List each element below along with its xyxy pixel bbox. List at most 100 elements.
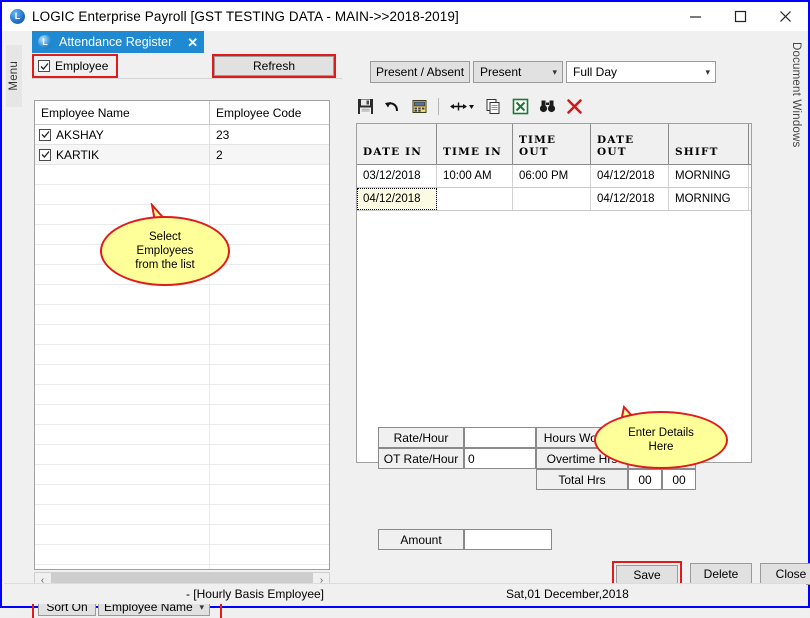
employee-grid: Employee Name Employee Code AKSHAY 23 KA… bbox=[35, 101, 329, 569]
close-icon[interactable] bbox=[763, 2, 808, 31]
column-header-date-out: DATE OUT bbox=[591, 124, 669, 164]
attendance-grid[interactable]: DATE IN TIME IN TIME OUT DATE OUT SHIFT … bbox=[356, 123, 752, 463]
empty-row bbox=[35, 325, 329, 345]
status-bar: - [Hourly Basis Employee] Sat,01 Decembe… bbox=[4, 583, 806, 604]
total-hours-label: Total Hrs bbox=[536, 469, 628, 490]
cell-time-in[interactable]: 10:00 AM bbox=[437, 165, 513, 187]
pane-divider bbox=[32, 78, 342, 79]
attendance-detail-pane: Present / Absent Present ▾ Full Day ▾ DA… bbox=[350, 53, 810, 589]
row-checkbox-icon[interactable] bbox=[39, 148, 51, 161]
cell-shift[interactable]: MORNING bbox=[669, 188, 749, 210]
cell-date-in[interactable]: 03/12/2018 bbox=[357, 165, 437, 187]
empty-row bbox=[35, 345, 329, 365]
employee-grid-header: Employee Name Employee Code bbox=[35, 101, 329, 125]
ot-rate-hour-label: OT Rate/Hour bbox=[378, 448, 464, 469]
day-type-select[interactable]: Full Day ▾ bbox=[566, 61, 716, 83]
maximize-icon[interactable] bbox=[718, 2, 763, 31]
tab-label: Attendance Register bbox=[59, 35, 173, 49]
tab-close-icon[interactable]: ✕ bbox=[187, 36, 198, 49]
table-row[interactable]: AKSHAY 23 bbox=[35, 125, 329, 145]
row-checkbox-icon[interactable] bbox=[39, 128, 51, 141]
save-icon[interactable] bbox=[356, 97, 374, 115]
column-header-time-in: TIME IN bbox=[437, 124, 513, 164]
toolbar-separator bbox=[438, 97, 439, 115]
menu-tab[interactable]: Menu bbox=[6, 45, 22, 107]
table-row[interactable]: 04/12/2018 04/12/2018 MORNING bbox=[357, 188, 751, 211]
fit-width-icon[interactable] bbox=[449, 97, 475, 115]
save-button[interactable]: Save bbox=[616, 565, 678, 585]
callout-line: from the list bbox=[135, 259, 195, 271]
chevron-down-icon: ▾ bbox=[552, 66, 557, 77]
column-header-date-in: DATE IN bbox=[357, 124, 437, 164]
empty-row bbox=[35, 505, 329, 525]
amount-label: Amount bbox=[378, 529, 464, 550]
empty-row bbox=[35, 485, 329, 505]
cell-time-in[interactable] bbox=[437, 188, 513, 210]
tab-strip: L Attendance Register ✕ bbox=[24, 31, 784, 55]
column-header-employee-name: Employee Name bbox=[35, 101, 210, 124]
cell-date-out[interactable]: 04/12/2018 bbox=[591, 188, 669, 210]
application-window: L LOGIC Enterprise Payroll [GST TESTING … bbox=[0, 0, 810, 618]
find-icon[interactable] bbox=[538, 97, 556, 115]
employee-name-text: AKSHAY bbox=[56, 127, 104, 142]
callout-select-employees: Select Employees from the list bbox=[100, 216, 230, 286]
present-status-select[interactable]: Present ▾ bbox=[473, 61, 563, 83]
cell-date-in[interactable]: 04/12/2018 bbox=[357, 188, 437, 210]
cell-date-out[interactable]: 04/12/2018 bbox=[591, 165, 669, 187]
status-right-text: Sat,01 December,2018 bbox=[506, 587, 629, 601]
table-row[interactable]: KARTIK 2 bbox=[35, 145, 329, 165]
employee-code-cell: 2 bbox=[216, 147, 223, 162]
refresh-button[interactable]: Refresh bbox=[214, 56, 334, 76]
column-header-employee-code: Employee Code bbox=[216, 105, 302, 120]
rate-hour-label: Rate/Hour bbox=[378, 427, 464, 448]
employee-checkbox[interactable]: Employee bbox=[32, 54, 118, 78]
attendance-grid-header: DATE IN TIME IN TIME OUT DATE OUT SHIFT bbox=[357, 124, 751, 165]
delete-icon[interactable] bbox=[565, 97, 583, 115]
cell-time-out[interactable] bbox=[513, 188, 591, 210]
empty-row bbox=[35, 385, 329, 405]
status-left-text: - [Hourly Basis Employee] bbox=[185, 587, 325, 601]
document-windows-strip: Document Windows bbox=[784, 31, 806, 584]
cell-time-out[interactable]: 06:00 PM bbox=[513, 165, 591, 187]
grid-toolbar bbox=[356, 93, 784, 119]
menu-tab-label: Menu bbox=[8, 61, 20, 91]
checkbox-icon[interactable] bbox=[38, 60, 50, 72]
amount-input[interactable] bbox=[464, 529, 552, 550]
document-windows-tab[interactable]: Document Windows bbox=[787, 35, 805, 155]
excel-export-icon[interactable] bbox=[511, 97, 529, 115]
employee-code-cell: 23 bbox=[216, 127, 230, 142]
refresh-button-highlight: Refresh bbox=[212, 54, 336, 78]
note-icon[interactable] bbox=[410, 97, 428, 115]
empty-row bbox=[35, 185, 329, 205]
undo-icon[interactable] bbox=[383, 97, 401, 115]
copy-icon[interactable] bbox=[484, 97, 502, 115]
delete-button[interactable]: Delete bbox=[690, 563, 752, 585]
empty-row bbox=[35, 545, 329, 565]
cell-shift[interactable]: MORNING bbox=[669, 165, 749, 187]
window-controls bbox=[673, 2, 808, 31]
empty-row bbox=[35, 525, 329, 545]
ot-rate-hour-input[interactable]: 0 bbox=[464, 448, 536, 469]
employee-name-cell: KARTIK bbox=[35, 145, 210, 164]
column-header-time-out: TIME OUT bbox=[513, 124, 591, 164]
total-minutes-value: 00 bbox=[662, 469, 696, 490]
present-status-value: Present bbox=[480, 65, 522, 79]
rate-hour-input[interactable] bbox=[464, 427, 536, 448]
empty-row bbox=[35, 405, 329, 425]
minimize-icon[interactable] bbox=[673, 2, 718, 31]
employee-filter-row: Employee Refresh bbox=[32, 54, 342, 78]
employee-name-cell: AKSHAY bbox=[35, 125, 210, 144]
callout-line: Select bbox=[149, 231, 181, 243]
chevron-down-icon: ▾ bbox=[705, 66, 710, 77]
close-button[interactable]: Close bbox=[760, 563, 810, 585]
amount-block: Amount bbox=[378, 529, 578, 551]
present-absent-button[interactable]: Present / Absent bbox=[370, 61, 470, 83]
employee-name-text: KARTIK bbox=[56, 147, 100, 162]
empty-row bbox=[35, 165, 329, 185]
tab-attendance-register[interactable]: L Attendance Register ✕ bbox=[32, 31, 205, 53]
empty-row bbox=[35, 465, 329, 485]
employee-list[interactable]: Employee Name Employee Code AKSHAY 23 KA… bbox=[34, 100, 330, 570]
empty-row bbox=[35, 425, 329, 445]
employee-selection-pane: Employee Refresh Employee Name Employee … bbox=[32, 53, 342, 618]
table-row[interactable]: 03/12/2018 10:00 AM 06:00 PM 04/12/2018 … bbox=[357, 165, 751, 188]
